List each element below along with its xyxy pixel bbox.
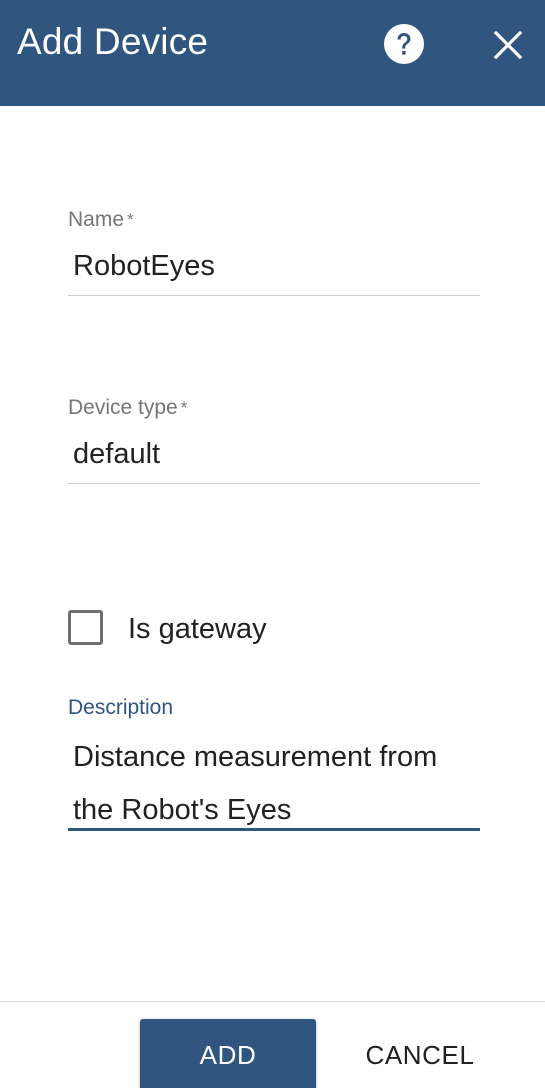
cancel-button[interactable]: CANCEL	[350, 1019, 490, 1088]
dialog-header: Add Device	[0, 0, 545, 106]
add-button[interactable]: ADD	[140, 1019, 316, 1088]
is-gateway-checkbox[interactable]	[68, 610, 103, 645]
name-label-text: Name	[68, 208, 125, 231]
close-icon	[493, 30, 523, 60]
close-button[interactable]	[486, 23, 530, 67]
add-device-dialog: Add Device Name * RobotEyes Device type * …	[0, 0, 545, 1088]
device-type-underline	[68, 483, 480, 484]
device-type-input[interactable]: default	[68, 437, 160, 471]
required-mark: *	[127, 210, 134, 229]
footer-divider	[0, 1001, 545, 1002]
dialog-title: Add Device	[17, 21, 209, 62]
name-input[interactable]: RobotEyes	[68, 249, 215, 283]
required-mark: *	[180, 398, 188, 417]
device-type-field[interactable]: Device type * default	[68, 395, 480, 484]
description-underline	[68, 828, 480, 831]
is-gateway-label[interactable]: Is gateway	[128, 612, 267, 646]
help-button[interactable]	[383, 23, 425, 65]
device-type-label: Device type *	[68, 395, 480, 421]
name-underline	[68, 295, 480, 296]
name-label: Name *	[68, 207, 480, 233]
device-type-label-text: Device type	[68, 396, 178, 419]
help-circle-icon	[384, 24, 424, 64]
description-field[interactable]: Description Distance measurement from th…	[68, 695, 480, 831]
name-field[interactable]: Name * RobotEyes	[68, 207, 480, 296]
description-label: Description	[68, 696, 174, 719]
is-gateway-row[interactable]: Is gateway	[68, 610, 368, 650]
description-input[interactable]: Distance measurement from the Robot's Ey…	[68, 731, 473, 837]
